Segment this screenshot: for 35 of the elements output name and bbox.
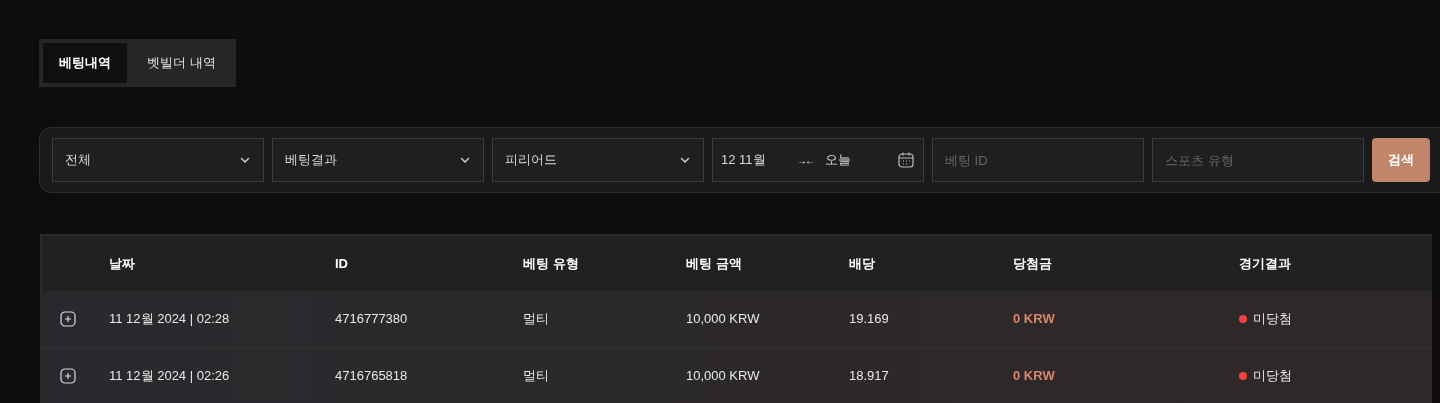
table-cell-text: 4716765818 (335, 367, 409, 386)
table-cell-text: 0 KRW (1013, 310, 1056, 329)
dropdown[interactable]: 피리어드 (492, 138, 704, 182)
column-header: 베팅 유형 (523, 254, 580, 273)
calendar-icon[interactable] (897, 151, 915, 169)
tab[interactable]: 벳빌더 내역 (131, 43, 232, 83)
expand-icon[interactable] (60, 368, 76, 384)
text-field[interactable]: 스포츠 유형 (1152, 138, 1364, 182)
column-header: 당첨금 (1013, 254, 1053, 273)
table-cell-text: 19.169 (849, 310, 890, 329)
text-field[interactable]: 베팅 ID (932, 138, 1144, 182)
column-header: ID (335, 254, 349, 273)
table-cell-text: 10,000 KRW (686, 367, 761, 386)
column-header: 경기결과 (1239, 254, 1292, 273)
column-header: 베팅 금액 (686, 254, 743, 273)
table-cell-text: 멀티 (523, 310, 550, 329)
table-cell-text: 0 KRW (1013, 367, 1056, 386)
date-to: 오늘 (825, 151, 852, 170)
expand-icon[interactable] (60, 311, 76, 327)
table-cell-text: 미당첨 (1253, 367, 1292, 386)
table-cell-text: 미당첨 (1253, 310, 1292, 329)
column-header: 배당 (849, 254, 876, 273)
dropdown[interactable]: 전체 (52, 138, 264, 182)
table-cell-text: 18.917 (849, 367, 890, 386)
column-header: 날짜 (109, 254, 136, 273)
range-arrows: →← (797, 153, 814, 168)
date-range-field[interactable]: 12 11월 →← 오늘 (712, 138, 924, 182)
table-cell-text: 11 12월 2024 | 02:28 (109, 310, 231, 329)
table-cell-text: 4716777380 (335, 310, 409, 329)
dropdown[interactable]: 베팅결과 (272, 138, 484, 182)
table-cell-text: 10,000 KRW (686, 310, 761, 329)
tab[interactable]: 베팅내역 (43, 43, 127, 83)
table-cell-text: 멀티 (523, 367, 550, 386)
date-from: 12 11월 (721, 151, 767, 170)
table-cell-text: 11 12월 2024 | 02:26 (109, 367, 231, 386)
